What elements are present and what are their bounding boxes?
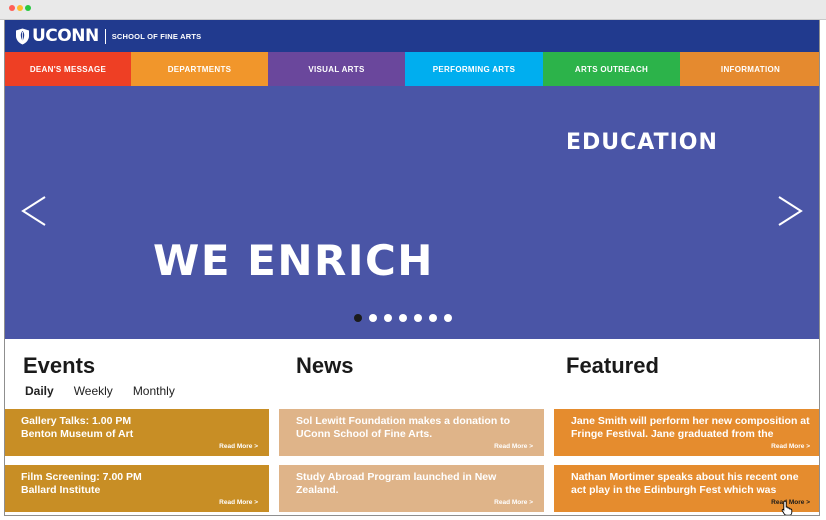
chevron-right-icon[interactable]	[775, 191, 805, 231]
tab-weekly[interactable]: Weekly	[74, 384, 113, 398]
featured-card[interactable]: Jane Smith will perform her new composit…	[554, 409, 819, 456]
tab-daily[interactable]: Daily	[25, 384, 54, 398]
nav-item-performing-arts[interactable]: PERFORMING ARTS	[405, 52, 543, 86]
news-card[interactable]: Sol Lewitt Foundation makes a donation t…	[279, 409, 544, 456]
read-more-link[interactable]: Read More >	[771, 443, 810, 450]
close-window-dot-icon[interactable]	[9, 5, 15, 11]
news-title: News	[296, 353, 354, 378]
read-more-link[interactable]: Read More >	[219, 443, 258, 450]
nav-item-deans-message[interactable]: DEAN'S MESSAGE	[5, 52, 131, 86]
read-more-link[interactable]: Read More >	[494, 443, 533, 450]
featured-card-text: Jane Smith will perform her new composit…	[571, 415, 810, 440]
carousel-dot[interactable]	[429, 314, 437, 322]
news-card-text: Study Abroad Program launched in New Zea…	[296, 471, 497, 496]
tab-monthly[interactable]: Monthly	[133, 384, 175, 398]
event-card-text: Film Screening: 7.00 PM Ballard Institut…	[21, 471, 142, 496]
nav-item-label: DEPARTMENTS	[167, 64, 232, 74]
nav-item-departments[interactable]: DEPARTMENTS	[131, 52, 268, 86]
event-card[interactable]: Gallery Talks: 1.00 PM Benton Museum of …	[5, 409, 269, 456]
main-navigation: DEAN'S MESSAGE DEPARTMENTS VISUAL ARTS P…	[5, 52, 819, 86]
events-filter-tabs: Daily Weekly Monthly	[25, 384, 195, 398]
featured-card-text: Nathan Mortimer speaks about his recent …	[571, 471, 799, 496]
carousel-dot[interactable]	[354, 314, 362, 322]
read-more-link[interactable]: Read More >	[219, 499, 258, 506]
site-header: UCONN SCHOOL OF FINE ARTS	[5, 20, 819, 52]
nav-item-label: INFORMATION	[720, 64, 781, 74]
carousel-dot[interactable]	[444, 314, 452, 322]
carousel-pagination	[354, 314, 459, 322]
browser-titlebar	[0, 0, 826, 20]
carousel-dot[interactable]	[384, 314, 392, 322]
nav-item-label: ARTS OUTREACH	[574, 64, 649, 74]
page-viewport: UCONN SCHOOL OF FINE ARTS DEAN'S MESSAGE…	[4, 20, 820, 516]
nav-item-arts-outreach[interactable]: ARTS OUTREACH	[543, 52, 680, 86]
logo-wordmark: UCONN	[32, 26, 99, 46]
site-logo[interactable]: UCONN SCHOOL OF FINE ARTS	[15, 26, 202, 46]
nav-item-visual-arts[interactable]: VISUAL ARTS	[268, 52, 405, 86]
read-more-link[interactable]: Read More >	[494, 499, 533, 506]
minimize-window-dot-icon[interactable]	[17, 5, 23, 11]
nav-item-label: DEAN'S MESSAGE	[29, 64, 107, 74]
nav-item-information[interactable]: INFORMATION	[680, 52, 819, 86]
carousel-dot[interactable]	[399, 314, 407, 322]
nav-item-label: PERFORMING ARTS	[432, 64, 516, 74]
carousel-dot[interactable]	[414, 314, 422, 322]
carousel-dot[interactable]	[369, 314, 377, 322]
hero-carousel: EDUCATION WE ENRICH	[5, 86, 819, 339]
oak-leaf-shield-icon	[16, 28, 29, 44]
chevron-left-icon[interactable]	[19, 191, 49, 231]
logo-subtitle: SCHOOL OF FINE ARTS	[111, 31, 202, 41]
news-card[interactable]: Study Abroad Program launched in New Zea…	[279, 465, 544, 512]
news-card-text: Sol Lewitt Foundation makes a donation t…	[296, 415, 511, 440]
maximize-window-dot-icon[interactable]	[25, 5, 31, 11]
event-card[interactable]: Film Screening: 7.00 PM Ballard Institut…	[5, 465, 269, 512]
events-title: Events	[23, 353, 96, 378]
nav-item-label: VISUAL ARTS	[308, 64, 365, 74]
featured-title: Featured	[566, 353, 659, 378]
hero-heading-main: WE ENRICH	[153, 236, 434, 285]
event-card-text: Gallery Talks: 1.00 PM Benton Museum of …	[21, 415, 134, 440]
hero-heading-education: EDUCATION	[566, 130, 718, 155]
logo-divider	[104, 28, 106, 44]
hand-pointer-cursor-icon	[781, 500, 793, 515]
